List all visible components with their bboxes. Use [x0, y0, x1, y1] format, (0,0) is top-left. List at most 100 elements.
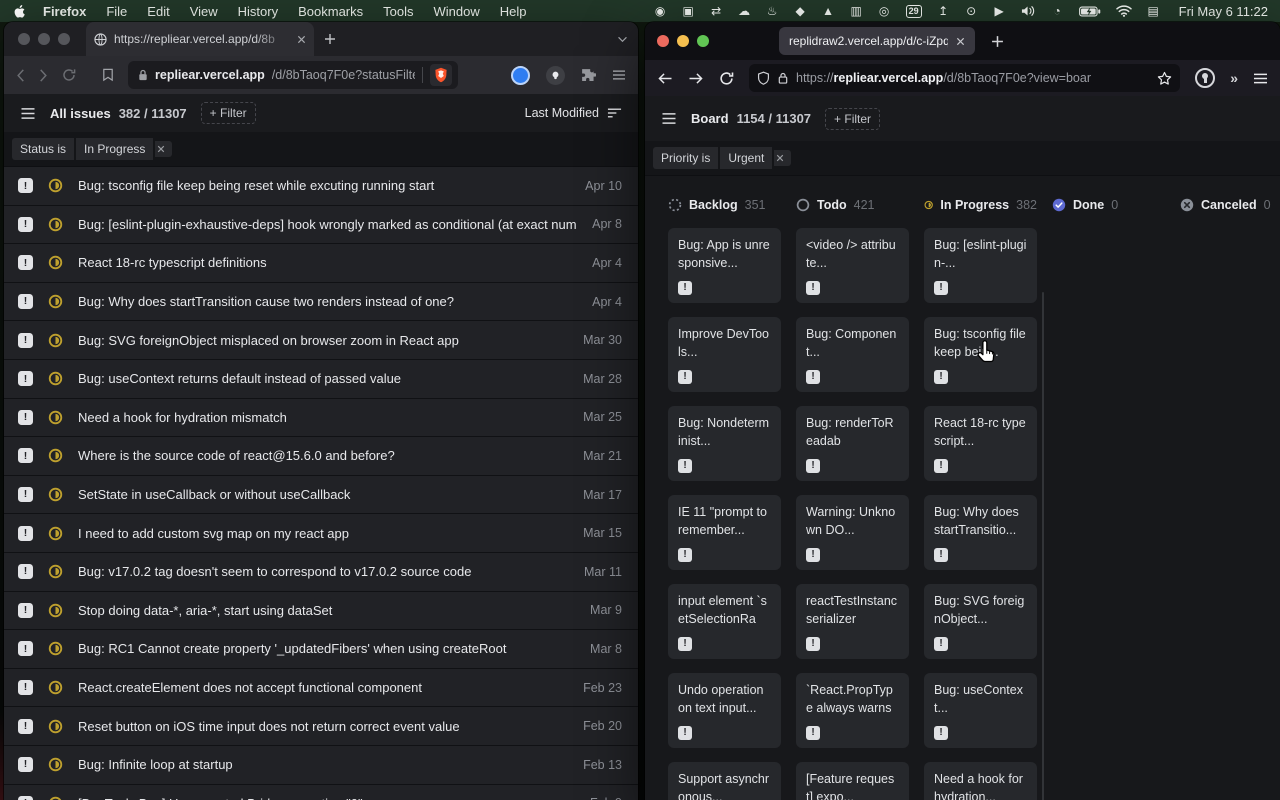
- status-in-progress-icon[interactable]: [48, 680, 63, 695]
- status-in-progress-icon[interactable]: [48, 487, 63, 502]
- issue-row[interactable]: !Stop doing data-*, aria-*, start using …: [4, 592, 638, 631]
- board-card[interactable]: Bug: Why does startTransitio...!: [924, 495, 1037, 570]
- priority-urgent-icon[interactable]: !: [18, 680, 33, 695]
- bell-icon[interactable]: ◔: [1051, 0, 1064, 22]
- priority-urgent-icon[interactable]: !: [18, 217, 33, 232]
- status-in-progress-icon[interactable]: [48, 719, 63, 734]
- board-card[interactable]: [Feature request] expo...!: [796, 762, 909, 800]
- issue-row[interactable]: !Need a hook for hydration mismatchMar 2…: [4, 399, 638, 438]
- priority-urgent-icon[interactable]: !: [18, 410, 33, 425]
- apple-logo-icon[interactable]: [12, 4, 27, 19]
- minimize-window-button[interactable]: [38, 33, 50, 45]
- priority-urgent-icon[interactable]: !: [18, 796, 33, 800]
- tab-overflow-chevron-icon[interactable]: [617, 36, 628, 43]
- issue-row[interactable]: !Bug: SVG foreignObject misplaced on bro…: [4, 321, 638, 360]
- priority-urgent-icon[interactable]: !: [18, 564, 33, 579]
- menu-bookmarks[interactable]: Bookmarks: [298, 4, 363, 19]
- priority-urgent-icon[interactable]: !: [18, 255, 33, 270]
- priority-urgent-icon[interactable]: !: [934, 459, 948, 473]
- forward-button[interactable]: [688, 72, 704, 85]
- status-in-progress-icon[interactable]: [48, 294, 63, 309]
- status-in-progress-icon[interactable]: [48, 178, 63, 193]
- priority-urgent-icon[interactable]: !: [678, 548, 692, 562]
- battery-icon[interactable]: [1079, 6, 1101, 17]
- back-button[interactable]: [657, 72, 673, 85]
- minimize-window-button[interactable]: [677, 35, 689, 47]
- priority-urgent-icon[interactable]: !: [18, 603, 33, 618]
- url-bar[interactable]: repliear.vercel.app/d/8bTaoq7F0e?statusF…: [128, 61, 458, 89]
- priority-urgent-icon[interactable]: !: [806, 370, 820, 384]
- board-card[interactable]: Bug: renderToReadab!: [796, 406, 909, 481]
- power-icon[interactable]: ⊙: [965, 0, 978, 22]
- record-icon[interactable]: ◉: [654, 0, 667, 22]
- status-in-progress-icon[interactable]: [48, 410, 63, 425]
- status-in-progress-icon[interactable]: [48, 757, 63, 772]
- zoom-window-button[interactable]: [58, 33, 70, 45]
- menu-tools[interactable]: Tools: [383, 4, 413, 19]
- board-card[interactable]: Bug: App is unresponsive...!: [668, 228, 781, 303]
- issue-row[interactable]: !Bug: v17.0.2 tag doesn't seem to corres…: [4, 553, 638, 592]
- issue-row[interactable]: !Bug: [eslint-plugin-exhaustive-deps] ho…: [4, 206, 638, 245]
- forward-button[interactable]: [39, 69, 48, 82]
- priority-urgent-icon[interactable]: !: [678, 637, 692, 651]
- priority-urgent-icon[interactable]: !: [18, 487, 33, 502]
- status-in-progress-icon[interactable]: [48, 603, 63, 618]
- priority-urgent-icon[interactable]: !: [934, 548, 948, 562]
- sidebar-hamburger-icon[interactable]: [20, 107, 36, 120]
- extensions-puzzle-icon[interactable]: [581, 68, 596, 83]
- browser-tab[interactable]: https://repliear.vercel.app/d/8b: [86, 22, 314, 56]
- back-button[interactable]: [16, 69, 25, 82]
- status-in-progress-icon[interactable]: [48, 796, 63, 800]
- board-card[interactable]: input element `setSelectionRa!: [668, 584, 781, 659]
- remove-filter-icon[interactable]: [774, 150, 791, 166]
- status-in-progress-icon[interactable]: [48, 255, 63, 270]
- priority-urgent-icon[interactable]: !: [678, 370, 692, 384]
- menu-file[interactable]: File: [106, 4, 127, 19]
- camera-icon[interactable]: ▣: [682, 0, 695, 22]
- toolbar-overflow-icon[interactable]: »: [1230, 70, 1238, 86]
- sort-control[interactable]: Last Modified: [525, 106, 622, 120]
- issue-row[interactable]: !Bug: Infinite loop at startupFeb 13: [4, 746, 638, 785]
- priority-urgent-icon[interactable]: !: [678, 726, 692, 740]
- issue-row[interactable]: ![DevTools Bug] Unsupported Bridge opera…: [4, 785, 638, 800]
- lock-icon[interactable]: [778, 72, 788, 84]
- status-in-progress-icon[interactable]: [48, 371, 63, 386]
- priority-urgent-icon[interactable]: !: [18, 448, 33, 463]
- close-window-button[interactable]: [18, 33, 30, 45]
- board-card[interactable]: Support asynchronous...!: [668, 762, 781, 800]
- add-filter-button[interactable]: + Filter: [201, 102, 256, 124]
- board-card[interactable]: Bug: SVG foreignObject...!: [924, 584, 1037, 659]
- play-icon[interactable]: ▶: [993, 0, 1006, 22]
- priority-urgent-icon[interactable]: !: [806, 281, 820, 295]
- zoom-window-button[interactable]: [697, 35, 709, 47]
- remove-filter-icon[interactable]: [155, 141, 172, 157]
- priority-urgent-icon[interactable]: !: [18, 294, 33, 309]
- cloud-icon[interactable]: ☁: [738, 0, 751, 22]
- filter-field-chip[interactable]: Priority is: [653, 147, 718, 169]
- issue-row[interactable]: !React.createElement does not accept fun…: [4, 669, 638, 708]
- issue-row[interactable]: !Bug: RC1 Cannot create property '_updat…: [4, 630, 638, 669]
- new-tab-button[interactable]: [991, 35, 1004, 48]
- issue-row[interactable]: !Bug: useContext returns default instead…: [4, 360, 638, 399]
- board-card[interactable]: `React.PropType always warns ab!: [796, 673, 909, 748]
- priority-urgent-icon[interactable]: !: [806, 637, 820, 651]
- priority-urgent-icon[interactable]: !: [18, 371, 33, 386]
- board-card[interactable]: Bug: Nondeterminist...!: [668, 406, 781, 481]
- status-in-progress-icon[interactable]: [48, 217, 63, 232]
- vercel-icon[interactable]: ▲: [822, 0, 835, 22]
- window-manager-icon[interactable]: ▥: [850, 0, 863, 22]
- volume-icon[interactable]: [1021, 5, 1036, 17]
- board-card[interactable]: React 18-rc typescript...!: [924, 406, 1037, 481]
- reload-button[interactable]: [719, 71, 734, 86]
- url-bar[interactable]: https://repliear.vercel.app/d/8bTaoq7F0e…: [749, 64, 1180, 92]
- issue-row[interactable]: !Bug: tsconfig file keep being reset whi…: [4, 167, 638, 206]
- board-card[interactable]: IE 11 "prompt to remember...!: [668, 495, 781, 570]
- add-filter-button[interactable]: + Filter: [825, 108, 880, 130]
- priority-urgent-icon[interactable]: !: [934, 726, 948, 740]
- priority-urgent-icon[interactable]: !: [18, 641, 33, 656]
- wifi-icon[interactable]: [1116, 5, 1132, 17]
- brave-shield-icon[interactable]: [430, 64, 452, 86]
- priority-urgent-icon[interactable]: !: [18, 333, 33, 348]
- priority-urgent-icon[interactable]: !: [18, 178, 33, 193]
- upload-icon[interactable]: ↥: [937, 0, 950, 22]
